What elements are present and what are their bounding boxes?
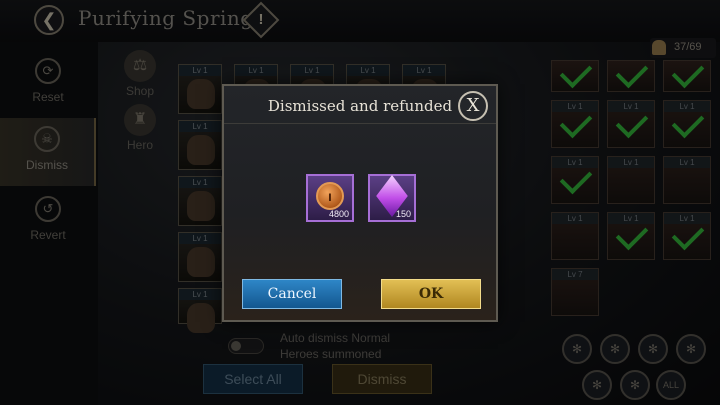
dialog-title: Dismissed and refunded — [267, 97, 453, 115]
reward-crystal-amount: 150 — [395, 209, 411, 219]
close-icon[interactable]: X — [458, 91, 488, 121]
reward-crystal: 150 — [368, 174, 416, 222]
dialog-header: Dismissed and refunded — [224, 86, 496, 124]
gold-coin-icon: ı — [316, 182, 344, 210]
game-screen: ❮ Purifying Spring ! 37/69 ⟳ Reset ☠ Dis… — [0, 0, 720, 405]
reward-gold-amount: 4800 — [328, 209, 349, 219]
refund-dialog: Dismissed and refunded X ı 4800 150 Canc… — [222, 84, 498, 322]
ok-button[interactable]: OK — [381, 279, 481, 309]
reward-gold: ı 4800 — [306, 174, 354, 222]
cancel-button[interactable]: Cancel — [242, 279, 342, 309]
